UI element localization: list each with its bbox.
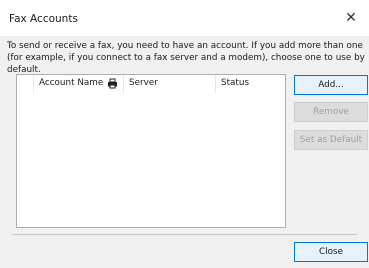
remove-button[interactable]: Remove	[294, 102, 368, 122]
column-separator[interactable]	[123, 75, 124, 93]
accounts-list[interactable]: Account Name Server Status	[16, 74, 286, 228]
instructions-text: To send or receive a fax, you need to ha…	[7, 41, 365, 75]
printer-icon	[108, 78, 117, 89]
close-window-icon[interactable]: ✕	[341, 8, 361, 28]
window-title: Fax Accounts	[9, 13, 78, 25]
set-as-default-button[interactable]: Set as Default	[294, 130, 368, 150]
divider	[12, 234, 357, 235]
title-bar: Fax Accounts ✕	[0, 0, 369, 36]
column-separator[interactable]	[215, 75, 216, 93]
list-header: Account Name Server Status	[17, 75, 285, 93]
add-button[interactable]: Add...	[294, 75, 368, 95]
close-button[interactable]: Close	[294, 242, 368, 262]
column-header-status[interactable]: Status	[221, 78, 249, 88]
column-header-account-name[interactable]: Account Name	[39, 78, 103, 88]
column-separator[interactable]	[33, 75, 34, 93]
column-header-server[interactable]: Server	[129, 78, 158, 88]
